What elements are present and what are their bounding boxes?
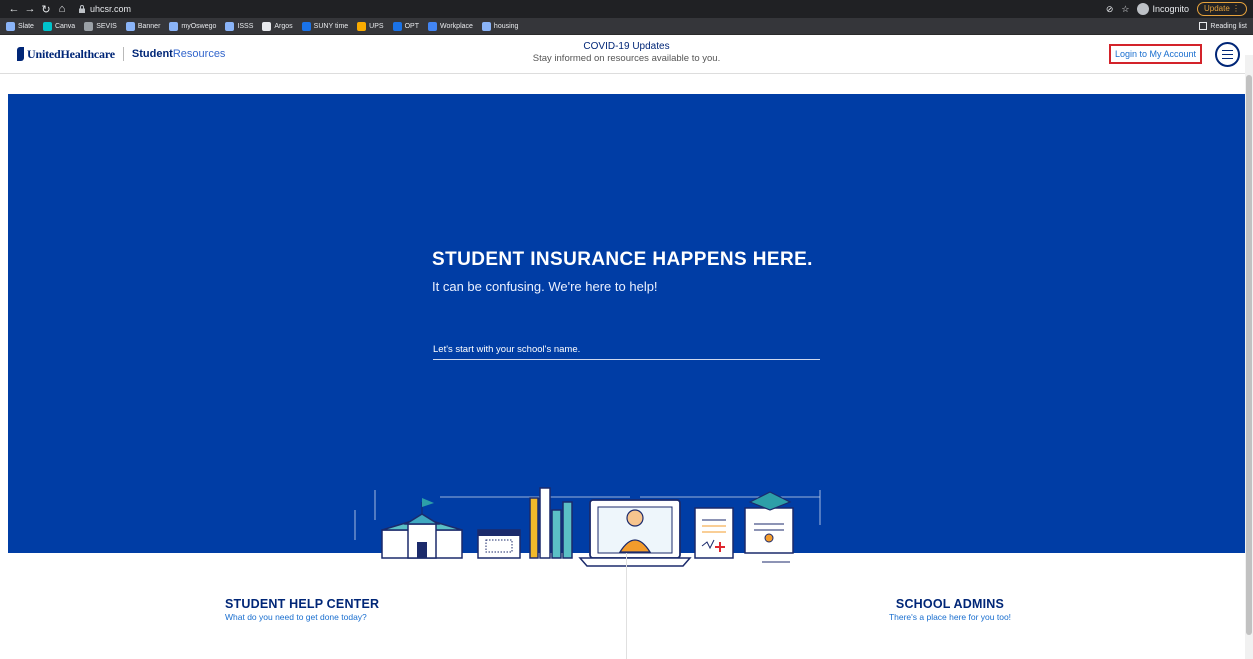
- calendar-icon: [477, 529, 521, 559]
- url-text: uhcsr.com: [90, 4, 132, 14]
- product-name: StudentResources: [132, 48, 226, 60]
- home-icon[interactable]: ⌂: [54, 3, 70, 15]
- bookmark-housing[interactable]: housing: [481, 21, 519, 31]
- covid-title: COVID-19 Updates: [583, 41, 670, 52]
- uhc-logo[interactable]: UnitedHealthcare StudentResources: [17, 47, 225, 62]
- books-icon: [529, 487, 573, 559]
- hero-title: STUDENT INSURANCE HAPPENS HERE.: [432, 249, 813, 270]
- bookmark-label: ISSS: [237, 22, 254, 30]
- bookmark-favicon-icon: [84, 21, 94, 31]
- bookmark-sevis[interactable]: SEVIS: [84, 21, 117, 31]
- campus-illustration: [354, 487, 821, 567]
- bookmark-label: Workplace: [439, 22, 473, 30]
- reading-list-button[interactable]: Reading list: [1199, 22, 1247, 30]
- bookmark-label: housing: [493, 22, 519, 30]
- bookmark-argos[interactable]: Argos: [262, 21, 293, 31]
- bookmark-favicon-icon: [125, 21, 135, 31]
- scrollbar-thumb[interactable]: [1246, 75, 1252, 635]
- logo-text: UnitedHealthcare: [27, 46, 115, 61]
- bookmark-workplace[interactable]: Workplace: [427, 21, 473, 31]
- logo-divider: [122, 47, 124, 61]
- bookmark-label: SEVIS: [96, 22, 117, 30]
- menu-line: [1222, 49, 1233, 52]
- bookmark-banner[interactable]: Banner: [125, 21, 161, 31]
- bookmark-label: Argos: [274, 22, 293, 30]
- covid-subtitle: Stay informed on resources available to …: [532, 53, 721, 64]
- bookmark-label: myOswego: [181, 22, 217, 30]
- school-building-icon: [381, 498, 463, 559]
- star-icon[interactable]: ☆: [1121, 4, 1129, 15]
- help-center-subtitle: What do you need to get done today?: [225, 612, 367, 622]
- section-divider: [626, 553, 627, 659]
- school-admins-subtitle: There's a place here for you too!: [888, 612, 1012, 622]
- login-link[interactable]: Login to My Account: [1115, 49, 1196, 59]
- reading-list-label: Reading list: [1210, 22, 1247, 30]
- bookmark-label: SUNY time: [313, 22, 349, 30]
- school-admins-title: SCHOOL ADMINS: [895, 597, 1005, 611]
- bookmark-label: UPS: [369, 22, 384, 30]
- help-center-title: STUDENT HELP CENTER: [225, 597, 380, 611]
- bookmark-favicon-icon: [427, 21, 437, 31]
- bookmark-opt[interactable]: OPT: [392, 21, 419, 31]
- incognito-indicator[interactable]: Incognito: [1137, 3, 1189, 15]
- bookmark-favicon-icon: [357, 21, 367, 31]
- bookmark-favicon-icon: [169, 21, 179, 31]
- bookmark-favicon-icon: [481, 21, 491, 31]
- product-light: Resources: [172, 48, 226, 60]
- bookmark-favicon-icon: [262, 21, 272, 31]
- bookmark-myoswego[interactable]: myOswego: [169, 21, 217, 31]
- update-button[interactable]: Update ⋮: [1196, 2, 1247, 16]
- menu-line: [1222, 53, 1233, 56]
- bookmark-label: OPT: [404, 22, 419, 30]
- bookmark-isss[interactable]: ISSS: [225, 21, 254, 31]
- incognito-label: Incognito: [1152, 4, 1189, 14]
- browser-toolbar: ← → ↻ ⌂ uhcsr.com ⊘ ☆ Incognito Update ⋮: [0, 0, 1253, 18]
- bookmark-canva[interactable]: Canva: [42, 21, 76, 31]
- bookmarks-bar: Slate Canva SEVIS Banner myOswego ISSS Argos SU…: [0, 18, 1253, 35]
- site-header: UnitedHealthcare StudentResources COVID-…: [0, 35, 1253, 74]
- eye-off-icon[interactable]: ⊘: [1106, 4, 1114, 15]
- bookmark-suny-time[interactable]: SUNY time: [301, 21, 349, 31]
- covid-banner[interactable]: COVID-19 Updates Stay informed on resour…: [457, 41, 797, 64]
- hamburger-menu-button[interactable]: [1215, 42, 1240, 67]
- bookmark-label: Slate: [18, 22, 34, 30]
- bookmark-favicon-icon: [301, 21, 311, 31]
- incognito-icon: [1137, 3, 1150, 15]
- bookmark-favicon-icon: [392, 21, 402, 31]
- student-help-center[interactable]: STUDENT HELP CENTER What do you need to …: [225, 597, 425, 622]
- uhc-shield-icon: [17, 47, 24, 61]
- bookmark-label: Canva: [54, 22, 76, 30]
- lock-icon: [79, 5, 85, 13]
- login-highlight: Login to My Account: [1108, 44, 1202, 64]
- bookmark-favicon-icon: [6, 21, 15, 31]
- school-admins[interactable]: SCHOOL ADMINS There's a place here for y…: [855, 597, 1045, 622]
- bookmark-ups[interactable]: UPS: [357, 21, 384, 31]
- laptop-doctor-icon: [578, 499, 692, 567]
- forward-icon[interactable]: →: [22, 3, 38, 15]
- bookmark-favicon-icon: [42, 21, 52, 31]
- page-scrollbar[interactable]: [1245, 55, 1253, 659]
- product-bold: Student: [131, 48, 173, 60]
- graduation-diploma-icon: [744, 491, 794, 563]
- bookmark-label: Banner: [137, 22, 161, 30]
- back-icon[interactable]: ←: [6, 3, 22, 15]
- reload-icon[interactable]: ↻: [38, 3, 54, 16]
- menu-line: [1222, 57, 1233, 60]
- bookmark-slate[interactable]: Slate: [6, 21, 34, 31]
- reading-list-icon: [1199, 22, 1208, 30]
- update-label: Update: [1203, 4, 1230, 13]
- school-search-input[interactable]: [433, 340, 820, 360]
- medical-chart-icon: [694, 507, 734, 559]
- address-bar[interactable]: uhcsr.com: [78, 4, 131, 14]
- hero-subtitle: It can be confusing. We're here to help!: [432, 279, 658, 294]
- bookmark-favicon-icon: [225, 21, 235, 31]
